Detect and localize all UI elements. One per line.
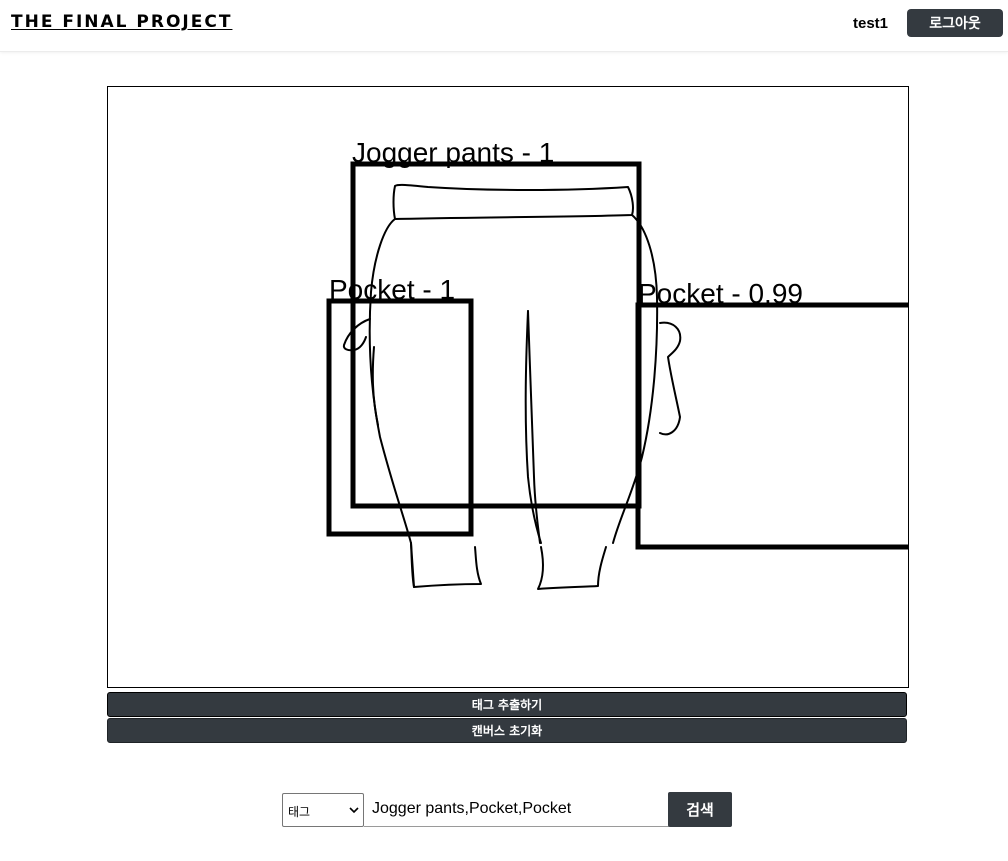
search-button[interactable]: 검색 bbox=[668, 792, 732, 827]
detection-boxes bbox=[326, 161, 908, 550]
detection-label-jogger-pants: Jogger pants - 1 bbox=[352, 137, 554, 168]
search-type-select[interactable]: 태그 bbox=[282, 793, 364, 827]
search-type-value: 태그 bbox=[288, 805, 311, 819]
drawing-canvas[interactable]: Jogger pants - 1 Pocket - 1 Pocket - 0.9… bbox=[107, 86, 909, 688]
detection-box-pocket-1 bbox=[326, 298, 474, 537]
extract-tags-button[interactable]: 태그 추출하기 bbox=[107, 692, 907, 717]
chevron-down-icon bbox=[349, 807, 359, 814]
logout-button[interactable]: 로그아웃 bbox=[907, 9, 1003, 37]
detection-label-pocket-1: Pocket - 1 bbox=[329, 274, 455, 305]
brand-link[interactable]: THE FINAL PROJECT bbox=[11, 12, 232, 32]
pants-sketch bbox=[342, 183, 682, 590]
detection-box-pocket-2 bbox=[635, 302, 908, 550]
top-navbar: THE FINAL PROJECT test1 로그아웃 bbox=[0, 0, 1008, 52]
canvas-drawing: Jogger pants - 1 Pocket - 1 Pocket - 0.9… bbox=[326, 137, 908, 590]
username-label: test1 bbox=[853, 15, 889, 32]
detection-label-pocket-2: Pocket - 0.99 bbox=[638, 278, 803, 309]
reset-canvas-button[interactable]: 캔버스 초기화 bbox=[107, 718, 907, 743]
search-input[interactable] bbox=[364, 791, 669, 827]
